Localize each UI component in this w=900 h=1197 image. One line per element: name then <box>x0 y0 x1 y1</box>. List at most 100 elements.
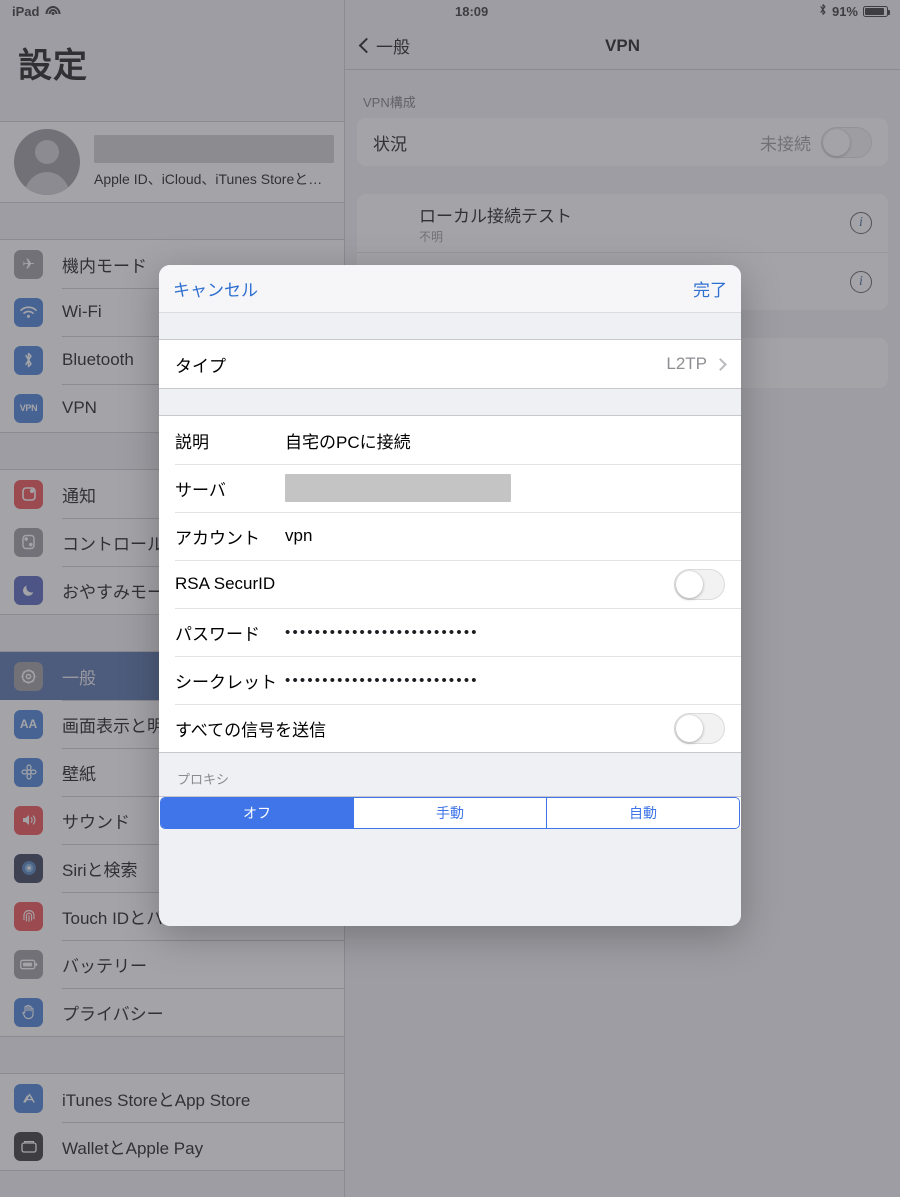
wallet-icon <box>14 1131 43 1161</box>
spacer <box>0 101 344 121</box>
vpn-type-row[interactable]: タイプ L2TP <box>159 340 741 388</box>
server-row[interactable]: サーバ <box>159 464 741 512</box>
modal-navbar: キャンセル 完了 <box>159 265 741 313</box>
server-field-redacted[interactable] <box>285 474 511 502</box>
back-button-label: 一般 <box>376 38 410 57</box>
vpn-status-value: 未接続 <box>760 134 811 154</box>
hand-privacy-icon <box>14 997 43 1027</box>
secret-row[interactable]: シークレット •••••••••••••••••••••••••• <box>159 656 741 704</box>
sidebar-item-label: バッテリー <box>62 956 147 976</box>
speaker-icon <box>14 805 43 835</box>
sidebar-item-label: Bluetooth <box>62 350 134 369</box>
sidebar-status-bar: iPad <box>0 0 344 22</box>
sidebar-item-battery[interactable]: バッテリー <box>0 940 344 988</box>
description-row[interactable]: 説明 自宅のPCに接続 <box>159 416 741 464</box>
battery-percent-label: 91% <box>831 3 858 19</box>
send-all-traffic-row[interactable]: すべての信号を送信 <box>159 704 741 752</box>
toggle-knob <box>676 714 703 742</box>
description-field[interactable]: 自宅のPCに接続 <box>285 428 411 453</box>
send-all-traffic-toggle[interactable] <box>674 712 725 744</box>
ipad-settings-screen: iPad 設定 Apple ID、iCloud、iTunes Storeと… ✈ <box>0 0 900 1197</box>
detail-status-bar: 18:09 91% <box>345 0 900 22</box>
status-bar-right-group: 91% <box>819 3 890 19</box>
account-text: Apple ID、iCloud、iTunes Storeと… <box>94 135 334 189</box>
fingerprint-icon <box>14 901 43 931</box>
vpn-type-label: タイプ <box>175 356 226 376</box>
done-button[interactable]: 完了 <box>693 276 727 301</box>
vpn-type-value: L2TP <box>666 354 707 373</box>
app-store-icon <box>14 1083 43 1113</box>
rsa-securid-toggle[interactable] <box>674 568 725 600</box>
spacer <box>159 389 741 415</box>
proxy-segmented-wrap: オフ 手動 自動 <box>159 796 741 829</box>
description-label: 説明 <box>175 432 209 452</box>
toggle-knob <box>823 128 850 156</box>
proxy-segmented-control[interactable]: オフ 手動 自動 <box>160 797 740 829</box>
vpn-config-sub: 不明 <box>419 229 444 244</box>
vpn-type-group: タイプ L2TP <box>159 339 741 389</box>
siri-icon <box>14 853 43 883</box>
server-label: サーバ <box>175 480 226 500</box>
spacer <box>0 1037 344 1073</box>
sidebar-item-privacy[interactable]: プライバシー <box>0 988 344 1036</box>
sidebar-item-wallet-apple-pay[interactable]: WalletとApple Pay <box>0 1122 344 1170</box>
spacer <box>0 203 344 239</box>
send-all-traffic-right <box>674 712 725 744</box>
vpn-edit-modal: キャンセル 完了 タイプ L2TP 説明 自宅のPCに接続 サーバ アカウント … <box>159 265 741 926</box>
send-all-traffic-label: すべての信号を送信 <box>175 720 327 740</box>
chevron-right-icon <box>714 357 727 371</box>
detail-navbar: 一般 VPN <box>345 22 900 70</box>
sidebar-item-label: プライバシー <box>62 1004 164 1024</box>
apple-account-row[interactable]: Apple ID、iCloud、iTunes Storeと… <box>0 122 344 202</box>
display-brightness-icon: AA <box>14 709 43 739</box>
rsa-securid-row[interactable]: RSA SecurID <box>159 560 741 608</box>
vpn-type-right: L2TP <box>666 354 727 374</box>
account-field[interactable]: vpn <box>285 526 312 546</box>
sidebar-item-label: Siriと検索 <box>62 860 138 880</box>
page-title: 設定 <box>18 47 88 85</box>
person-avatar-icon <box>14 129 80 195</box>
vpn-status-row[interactable]: 状況 未接続 <box>357 118 888 166</box>
sidebar-item-label: 一般 <box>62 668 96 688</box>
cancel-button[interactable]: キャンセル <box>173 276 258 301</box>
vpn-status-card: 状況 未接続 <box>357 118 888 166</box>
account-name-redacted <box>94 135 334 163</box>
back-button[interactable]: 一般 <box>358 33 410 58</box>
proxy-option-off[interactable]: オフ <box>161 798 354 828</box>
vpn-status-right: 未接続 <box>760 126 872 158</box>
vpn-config-right: i <box>850 270 872 293</box>
sidebar-item-label: 通知 <box>62 486 96 506</box>
vpn-status-toggle[interactable] <box>821 126 872 158</box>
control-center-icon <box>14 527 43 557</box>
sidebar-item-label: iTunes StoreとApp Store <box>62 1090 251 1110</box>
account-group: Apple ID、iCloud、iTunes Storeと… <box>0 121 344 203</box>
sidebar-item-label: 壁紙 <box>62 764 96 784</box>
spacer <box>159 313 741 339</box>
info-icon[interactable]: i <box>850 270 872 293</box>
vpn-config-row[interactable]: ローカル接続テスト 不明 i <box>357 194 888 252</box>
sidebar-item-label: VPN <box>62 398 97 417</box>
battery-icon <box>863 5 890 17</box>
password-field[interactable]: •••••••••••••••••••••••••• <box>285 625 479 640</box>
account-row[interactable]: アカウント vpn <box>159 512 741 560</box>
notifications-icon <box>14 479 43 509</box>
proxy-option-manual[interactable]: 手動 <box>354 798 547 828</box>
sidebar-item-label: WalletとApple Pay <box>62 1138 204 1158</box>
vpn-status-label: 状況 <box>373 134 407 154</box>
wifi-icon <box>45 5 61 17</box>
info-icon[interactable]: i <box>850 212 872 234</box>
password-row[interactable]: パスワード •••••••••••••••••••••••••• <box>159 608 741 656</box>
sidebar-item-itunes-app-store[interactable]: iTunes StoreとApp Store <box>0 1074 344 1122</box>
proxy-option-auto[interactable]: 自動 <box>547 798 739 828</box>
secret-label: シークレット <box>175 672 277 692</box>
device-name-label: iPad <box>12 3 40 19</box>
vpn-fields-group: 説明 自宅のPCに接続 サーバ アカウント vpn RSA SecurID パス… <box>159 415 741 753</box>
secret-field[interactable]: •••••••••••••••••••••••••• <box>285 673 479 688</box>
vpn-config-section-header: VPN構成 <box>363 95 416 110</box>
vpn-config-right: i <box>850 212 872 234</box>
sidebar-item-label: サウンド <box>62 812 130 832</box>
bluetooth-icon <box>819 3 827 19</box>
moon-icon <box>14 575 43 605</box>
detail-title: VPN <box>605 35 640 55</box>
